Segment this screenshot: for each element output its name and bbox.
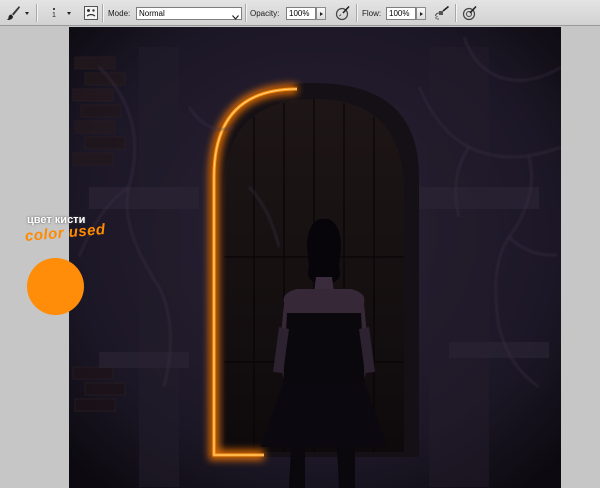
separator [455, 4, 456, 22]
brush-panel-icon [84, 6, 98, 20]
flow-field[interactable]: 100% [386, 7, 416, 20]
pressure-opacity-icon [335, 5, 350, 21]
opacity-slider-button[interactable] [316, 7, 326, 20]
chevron-right-icon [419, 11, 423, 16]
brush-panel-toggle[interactable] [82, 4, 100, 22]
mode-label: Mode: [108, 9, 131, 18]
pressure-opacity-button[interactable] [334, 4, 352, 22]
chevron-down-icon [232, 12, 239, 23]
chevron-down-icon [67, 11, 71, 15]
flow-label: Flow: [362, 9, 382, 18]
separator [102, 4, 103, 22]
airbrush-button[interactable] [433, 4, 451, 22]
mode-value: Normal [139, 9, 165, 18]
airbrush-icon [435, 5, 450, 20]
separator [356, 4, 357, 22]
brush-tool-icon[interactable] [4, 4, 22, 22]
brush-picker[interactable]: 1 [44, 0, 64, 26]
separator [36, 4, 37, 22]
mode-select[interactable]: Normal [136, 7, 242, 20]
pressure-size-icon [462, 5, 477, 21]
flow-slider-button[interactable] [416, 7, 426, 20]
document-canvas[interactable] [69, 27, 561, 488]
color-swatch [27, 258, 84, 315]
brush-picker-dropdown[interactable] [67, 0, 71, 26]
opacity-label: Opacity: [250, 9, 280, 18]
options-bar: 1 Mode: Normal Opacity: 100% Flow: 100% [0, 0, 600, 26]
brush-tip-icon [53, 7, 55, 10]
tool-preset-dropdown[interactable] [25, 0, 29, 26]
pressure-size-button[interactable] [461, 4, 479, 22]
chevron-down-icon [25, 11, 29, 15]
opacity-field[interactable]: 100% [286, 7, 316, 20]
chevron-right-icon [319, 11, 323, 16]
brush-size-value: 1 [52, 11, 56, 19]
separator [245, 4, 246, 22]
canvas-artwork [69, 27, 561, 488]
